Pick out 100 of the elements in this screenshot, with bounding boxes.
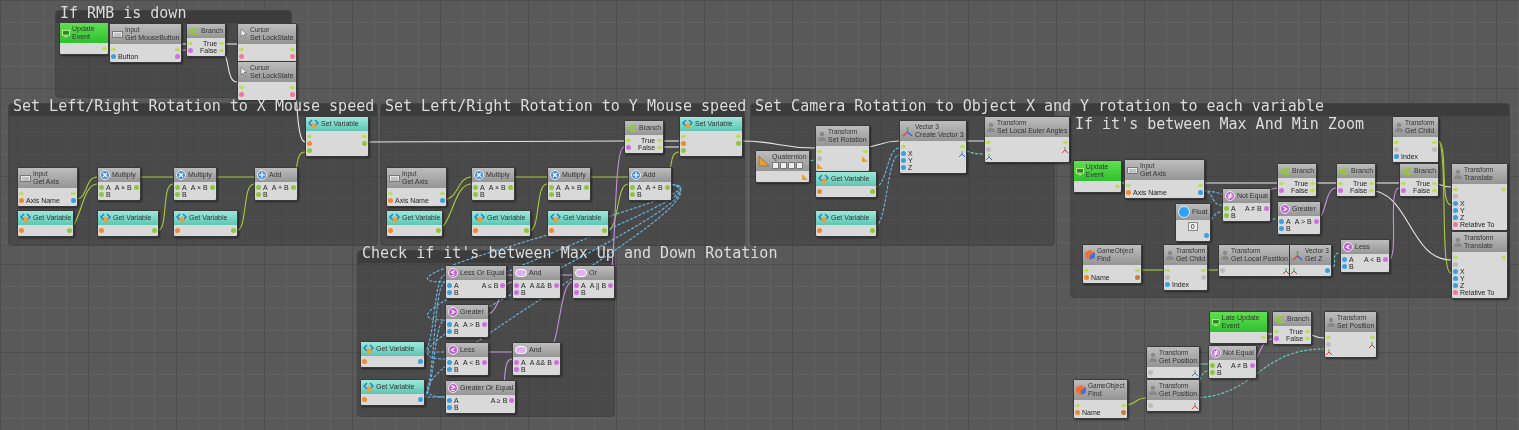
pin-icon[interactable] xyxy=(99,192,104,197)
axes-pin-icon[interactable] xyxy=(1192,402,1199,409)
pin-icon[interactable] xyxy=(602,228,607,233)
pin-icon[interactable] xyxy=(290,185,296,190)
pin-icon[interactable] xyxy=(817,228,822,233)
pin-icon[interactable] xyxy=(1342,257,1347,262)
pin-icon[interactable] xyxy=(1135,275,1140,280)
arrow-pin-icon[interactable] xyxy=(1394,140,1399,145)
arrow-pin-icon[interactable] xyxy=(1305,336,1311,341)
pin-icon[interactable] xyxy=(870,189,875,194)
arrow-pin-icon[interactable] xyxy=(626,138,631,143)
set-square-pin-icon[interactable] xyxy=(817,162,823,169)
pin-icon[interactable] xyxy=(473,185,478,190)
pin-icon[interactable] xyxy=(817,156,822,161)
pin-icon[interactable] xyxy=(1453,276,1458,281)
pin-icon[interactable] xyxy=(1224,206,1229,211)
pin-icon[interactable] xyxy=(19,228,24,233)
pin-icon[interactable] xyxy=(986,147,991,152)
arrow-pin-icon[interactable] xyxy=(102,46,107,51)
pin-icon[interactable] xyxy=(133,185,139,190)
arrow-pin-icon[interactable] xyxy=(1115,184,1120,189)
pin-icon[interactable] xyxy=(473,228,478,233)
pin-icon[interactable] xyxy=(1453,215,1458,220)
arrow-pin-icon[interactable] xyxy=(1432,140,1437,145)
pin-icon[interactable] xyxy=(553,283,559,288)
arrow-pin-icon[interactable] xyxy=(188,41,193,46)
pin-icon[interactable] xyxy=(473,192,478,197)
pin-icon[interactable] xyxy=(388,198,393,203)
pin-icon[interactable] xyxy=(1148,370,1153,375)
arrow-pin-icon[interactable] xyxy=(1165,268,1170,273)
pin-icon[interactable] xyxy=(1338,188,1343,193)
pin-icon[interactable] xyxy=(1148,403,1153,408)
pin-icon[interactable] xyxy=(1165,282,1170,287)
pin-icon[interactable] xyxy=(681,148,686,153)
pin-icon[interactable] xyxy=(1326,342,1331,347)
pin-icon[interactable] xyxy=(664,185,670,190)
arrow-pin-icon[interactable] xyxy=(862,149,868,154)
pin-icon[interactable] xyxy=(1075,410,1080,415)
arrow-pin-icon[interactable] xyxy=(239,47,244,52)
pin-icon[interactable] xyxy=(514,283,519,288)
pin-icon[interactable] xyxy=(1274,336,1279,341)
pin-icon[interactable] xyxy=(1279,188,1284,193)
pin-icon[interactable] xyxy=(608,283,614,288)
pin-icon[interactable] xyxy=(440,198,445,203)
pin-icon[interactable] xyxy=(901,158,906,163)
arrow-pin-icon[interactable] xyxy=(1198,183,1203,188)
pin-icon[interactable] xyxy=(524,228,529,233)
axes-pin-icon[interactable] xyxy=(1282,267,1289,274)
axes-pin-icon[interactable] xyxy=(986,153,992,160)
pin-icon[interactable] xyxy=(1342,264,1347,269)
axes-pin-icon[interactable] xyxy=(1369,341,1376,348)
pin-icon[interactable] xyxy=(111,54,116,59)
arrow-pin-icon[interactable] xyxy=(1401,181,1406,186)
pin-icon[interactable] xyxy=(1453,222,1458,227)
pin-icon[interactable] xyxy=(482,360,487,365)
pin-icon[interactable] xyxy=(583,185,589,190)
arrow-pin-icon[interactable] xyxy=(1120,403,1126,408)
pin-icon[interactable] xyxy=(1453,208,1458,213)
arrow-pin-icon[interactable] xyxy=(1305,329,1311,334)
pin-icon[interactable] xyxy=(209,185,215,190)
arrow-pin-icon[interactable] xyxy=(1326,335,1331,340)
arrow-pin-icon[interactable] xyxy=(1261,335,1266,340)
arrow-pin-icon[interactable] xyxy=(657,138,663,143)
arrow-pin-icon[interactable] xyxy=(1338,181,1343,186)
pin-icon[interactable] xyxy=(447,360,452,365)
pin-icon[interactable] xyxy=(175,192,180,197)
pin-icon[interactable] xyxy=(549,185,554,190)
pin-icon[interactable] xyxy=(307,141,312,146)
pin-icon[interactable] xyxy=(239,92,244,97)
pin-icon[interactable] xyxy=(514,360,519,365)
pin-icon[interactable] xyxy=(188,48,193,53)
pin-icon[interactable] xyxy=(1432,147,1437,152)
pin-icon[interactable] xyxy=(447,290,452,295)
pin-icon[interactable] xyxy=(19,198,24,203)
arrow-pin-icon[interactable] xyxy=(1432,188,1438,193)
axes-pin-icon[interactable] xyxy=(958,150,965,157)
pin-icon[interactable] xyxy=(901,151,906,156)
arrow-pin-icon[interactable] xyxy=(1453,255,1458,260)
arrow-pin-icon[interactable] xyxy=(817,149,822,154)
arrow-pin-icon[interactable] xyxy=(736,134,741,139)
pin-icon[interactable] xyxy=(1279,226,1284,231)
pin-icon[interactable] xyxy=(514,367,519,372)
pin-icon[interactable] xyxy=(256,192,261,197)
pin-icon[interactable] xyxy=(231,228,236,233)
axes-pin-icon[interactable] xyxy=(1192,369,1199,376)
pin-icon[interactable] xyxy=(1453,290,1458,295)
arrow-pin-icon[interactable] xyxy=(657,145,663,150)
pin-icon[interactable] xyxy=(630,185,635,190)
pin-icon[interactable] xyxy=(447,322,452,327)
set-square-pin-icon[interactable] xyxy=(861,155,868,162)
pin-icon[interactable] xyxy=(71,198,76,203)
pin-icon[interactable] xyxy=(1313,219,1319,224)
pin-icon[interactable] xyxy=(239,54,244,59)
arrow-pin-icon[interactable] xyxy=(1501,187,1506,192)
arrow-pin-icon[interactable] xyxy=(239,85,244,90)
pin-icon[interactable] xyxy=(549,228,554,233)
arrow-pin-icon[interactable] xyxy=(219,41,225,46)
pin-icon[interactable] xyxy=(289,54,295,59)
pin-icon[interactable] xyxy=(553,360,559,365)
pin-icon[interactable] xyxy=(175,54,181,59)
